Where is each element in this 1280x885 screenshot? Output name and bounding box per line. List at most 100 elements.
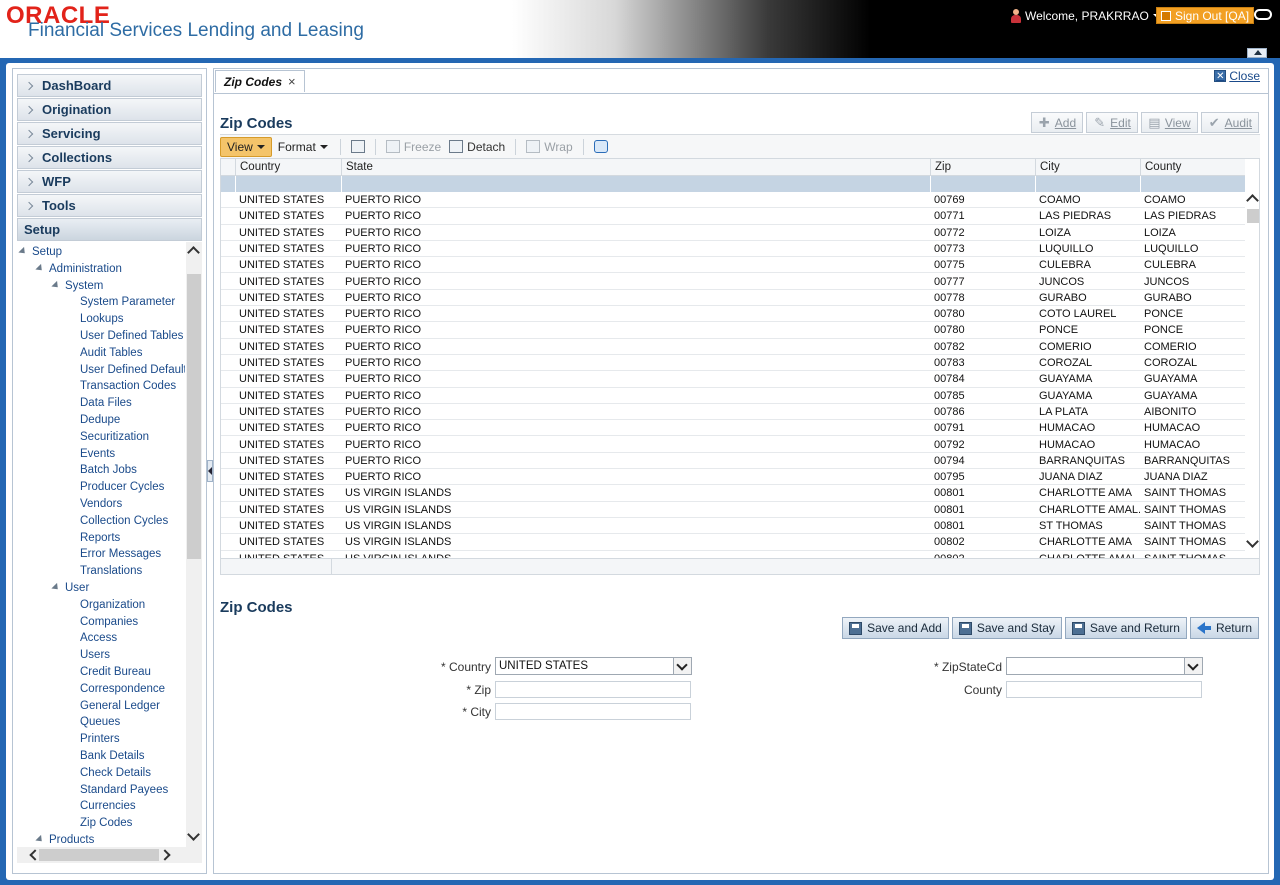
table-row[interactable]: UNITED STATES PUERTO RICO 00772 LOIZA LOIZA (221, 225, 1245, 241)
nav-section-setup[interactable]: Setup (17, 218, 202, 241)
tree-item[interactable]: Companies (80, 616, 138, 628)
tree-item[interactable]: Translations (80, 565, 142, 577)
tree-item[interactable]: Credit Bureau (80, 666, 151, 678)
close-link[interactable]: ✕ Close (1214, 69, 1260, 83)
table-row[interactable]: UNITED STATES PUERTO RICO 00791 HUMACAO HUMA… (221, 420, 1245, 437)
expand-triangle-icon[interactable] (51, 582, 61, 593)
table-row[interactable]: UNITED STATES PUERTO RICO 00785 GUAYAMA GUAY… (221, 388, 1245, 404)
table-row[interactable]: UNITED STATES PUERTO RICO 00783 COROZAL CORO… (221, 355, 1245, 372)
tree-item[interactable]: Batch Jobs (80, 464, 137, 476)
edit-button[interactable]: ✎ Edit (1086, 112, 1138, 133)
tree-item[interactable]: Lookups (80, 313, 123, 325)
tree-item[interactable]: Users (80, 649, 110, 661)
wrap-button[interactable]: Wrap (522, 140, 576, 154)
tree-item[interactable]: Events (80, 448, 115, 460)
nav-section-dashboard[interactable]: DashBoard (17, 74, 202, 97)
scroll-thumb[interactable] (1247, 209, 1259, 223)
scroll-up-icon[interactable] (1246, 194, 1259, 207)
tab-zip-codes[interactable]: Zip Codes × (215, 70, 305, 92)
filter-cell[interactable] (930, 176, 1035, 192)
tree-item[interactable]: Data Files (80, 397, 132, 409)
filter-cell[interactable] (1035, 176, 1140, 192)
save-and-add-button[interactable]: Save and Add (842, 617, 949, 639)
table-row[interactable]: UNITED STATES US VIRGIN ISLANDS 00801 CHARL… (221, 502, 1245, 518)
tree-item[interactable]: Products (49, 834, 94, 846)
expand-triangle-icon[interactable] (35, 834, 45, 845)
filter-cell[interactable] (341, 176, 930, 192)
tree-item[interactable]: Collection Cycles (80, 515, 168, 527)
tree-item[interactable]: Securitization (80, 431, 149, 443)
tree-item[interactable]: Administration (49, 263, 122, 275)
filter-cell[interactable] (1140, 176, 1245, 192)
column-header[interactable]: County (1140, 159, 1245, 176)
table-row[interactable]: UNITED STATES PUERTO RICO 00794 BARRANQUITA… (221, 453, 1245, 470)
column-header[interactable]: Country (235, 159, 341, 176)
table-row[interactable]: UNITED STATES PUERTO RICO 00777 JUNCOS JUNCO… (221, 274, 1245, 290)
table-row[interactable]: UNITED STATES PUERTO RICO 00775 CULEBRA CULE… (221, 257, 1245, 274)
nav-section-collections[interactable]: Collections (17, 146, 202, 169)
table-row[interactable]: UNITED STATES US VIRGIN ISLANDS 00801 ST TH… (221, 518, 1245, 535)
tree-item[interactable]: Vendors (80, 498, 122, 510)
save-and-stay-button[interactable]: Save and Stay (951, 617, 1062, 639)
tree-item[interactable]: Producer Cycles (80, 481, 164, 493)
tree-item[interactable]: Access (80, 632, 117, 644)
table-row[interactable]: UNITED STATES PUERTO RICO 00786 LA PLATA AIB… (221, 404, 1245, 421)
refresh-button[interactable] (590, 140, 612, 153)
tree-item[interactable]: System (65, 280, 103, 292)
chat-icon[interactable] (1254, 9, 1272, 20)
expand-triangle-icon[interactable] (35, 263, 45, 273)
table-row[interactable]: UNITED STATES PUERTO RICO 00778 GURABO GURAB… (221, 290, 1245, 307)
sign-out-button[interactable]: Sign Out [QA] (1156, 7, 1255, 24)
audit-button[interactable]: ✔ Audit (1200, 112, 1259, 133)
table-row[interactable]: UNITED STATES PUERTO RICO 00773 LUQUILLO LUQ… (221, 241, 1245, 258)
query-by-example-button[interactable] (347, 140, 369, 153)
tree-item[interactable]: System Parameter (80, 296, 175, 308)
tree-item[interactable]: Setup (32, 246, 62, 258)
scroll-thumb[interactable] (187, 274, 201, 559)
filter-cell[interactable] (235, 176, 341, 192)
country-select[interactable]: UNITED STATES (495, 657, 692, 675)
tree-item[interactable]: Audit Tables (80, 347, 142, 359)
tree-item[interactable]: Organization (80, 599, 145, 611)
column-header[interactable]: City (1035, 159, 1140, 176)
tree-item[interactable]: Printers (80, 733, 120, 745)
tree-item[interactable]: Zip Codes (80, 817, 132, 829)
scroll-right-icon[interactable] (159, 849, 171, 861)
table-row[interactable]: UNITED STATES PUERTO RICO 00780 COTO LAUREL… (221, 306, 1245, 323)
tree-item[interactable]: Bank Details (80, 750, 145, 762)
tree-horizontal-scrollbar[interactable] (17, 847, 202, 863)
table-row[interactable]: UNITED STATES US VIRGIN ISLANDS 00802 CHARL… (221, 534, 1245, 551)
filter-row[interactable] (221, 176, 1245, 192)
table-row[interactable]: UNITED STATES PUERTO RICO 00771 LAS PIEDRAS… (221, 208, 1245, 225)
table-row[interactable]: UNITED STATES PUERTO RICO 00795 JUANA DIAZ J… (221, 469, 1245, 486)
table-row[interactable]: UNITED STATES PUERTO RICO 00784 GUAYAMA GUAY… (221, 371, 1245, 388)
table-row[interactable]: UNITED STATES PUERTO RICO 00769 COAMO COAMO (221, 192, 1245, 209)
city-input[interactable] (495, 703, 691, 720)
zip-input[interactable] (495, 681, 691, 698)
save-and-return-button[interactable]: Save and Return (1064, 617, 1187, 639)
tree-item[interactable]: Error Messages (80, 548, 161, 560)
tree-item[interactable]: Standard Payees (80, 784, 168, 796)
table-vertical-scrollbar[interactable] (1245, 176, 1259, 558)
close-tab-icon[interactable]: × (288, 74, 296, 89)
scroll-thumb[interactable] (39, 849, 159, 861)
scroll-down-icon[interactable] (187, 828, 200, 841)
table-row[interactable]: UNITED STATES PUERTO RICO 00780 PONCE PONCE (221, 322, 1245, 339)
tree-item[interactable]: User Defined Default (80, 364, 185, 376)
expand-triangle-icon[interactable] (51, 280, 61, 290)
column-header[interactable]: State (341, 159, 930, 176)
view-menu[interactable]: View (220, 136, 272, 157)
table-row[interactable]: UNITED STATES US VIRGIN ISLANDS 00801 CHARL… (221, 485, 1245, 502)
tree-item[interactable]: User Defined Tables (80, 330, 183, 342)
return-button[interactable]: Return (1189, 617, 1259, 639)
detach-button[interactable]: Detach (445, 140, 509, 154)
view-button[interactable]: ▤ View (1140, 112, 1198, 133)
scroll-down-icon[interactable] (1246, 535, 1259, 548)
tree-item[interactable]: Check Details (80, 767, 151, 779)
nav-section-wfp[interactable]: WFP (17, 170, 202, 193)
tree-item[interactable]: Reports (80, 532, 120, 544)
table-row[interactable]: UNITED STATES PUERTO RICO 00782 COMERIO COME… (221, 339, 1245, 355)
tree-item[interactable]: Dedupe (80, 414, 120, 426)
tree-vertical-scrollbar[interactable] (186, 242, 202, 847)
nav-section-servicing[interactable]: Servicing (17, 122, 202, 145)
